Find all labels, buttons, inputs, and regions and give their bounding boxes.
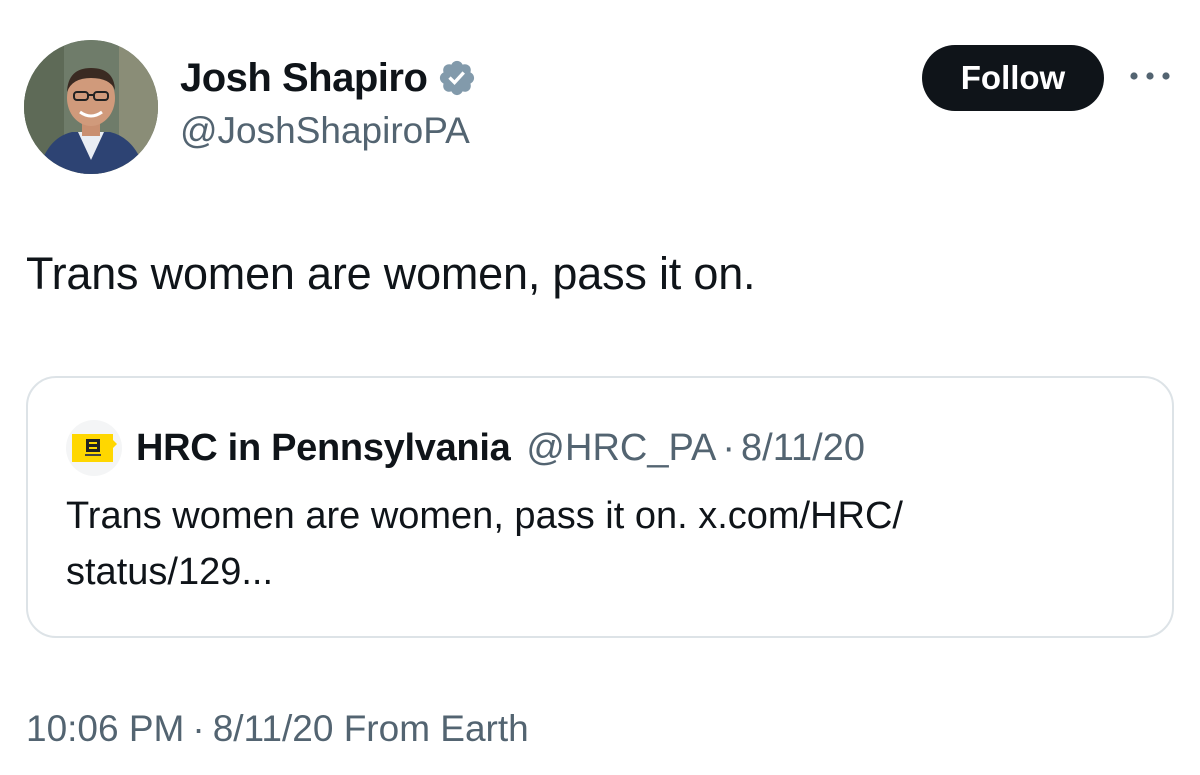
quoted-date: 8/11/20	[741, 426, 865, 469]
quoted-separator: ·	[722, 426, 735, 469]
tweet-container: Josh Shapiro @JoshShapiroPA Follow Trans…	[0, 0, 1200, 775]
follow-button[interactable]: Follow	[922, 45, 1104, 111]
tweet-metadata: 10:06 PM · 8/11/20 From Earth	[26, 708, 529, 750]
quoted-text-line-2: status/129...	[66, 551, 274, 593]
author-info: Josh Shapiro @JoshShapiroPA	[180, 50, 477, 152]
author-avatar-image	[24, 40, 158, 174]
more-horizontal-icon[interactable]	[1128, 68, 1172, 84]
quoted-tweet-text: Trans women are women, pass it on. x.com…	[66, 488, 1126, 600]
author-display-name[interactable]: Josh Shapiro	[180, 56, 428, 101]
verified-badge-icon[interactable]	[437, 58, 477, 98]
author-handle[interactable]: @JoshShapiroPA	[180, 110, 477, 152]
quoted-tweet-header: HRC in Pennsylvania @HRC_PA · 8/11/20	[66, 420, 865, 476]
quoted-author-name: HRC in Pennsylvania	[136, 426, 511, 469]
author-name-row: Josh Shapiro	[180, 50, 477, 106]
meta-separator: ·	[192, 708, 205, 749]
quoted-tweet-card[interactable]: HRC in Pennsylvania @HRC_PA · 8/11/20 Tr…	[26, 376, 1174, 638]
tweet-time[interactable]: 10:06 PM	[26, 708, 184, 749]
hrc-logo-avatar[interactable]	[66, 420, 122, 476]
hrc-pennsylvania-icon	[72, 434, 117, 462]
quoted-text-line-1: Trans women are women, pass it on. x.com…	[66, 495, 903, 537]
tweet-source: From Earth	[343, 708, 529, 749]
quoted-author-handle: @HRC_PA	[526, 426, 717, 469]
tweet-date[interactable]: 8/11/20	[213, 708, 334, 749]
tweet-text: Trans women are women, pass it on.	[26, 248, 756, 299]
author-avatar[interactable]	[24, 40, 158, 174]
